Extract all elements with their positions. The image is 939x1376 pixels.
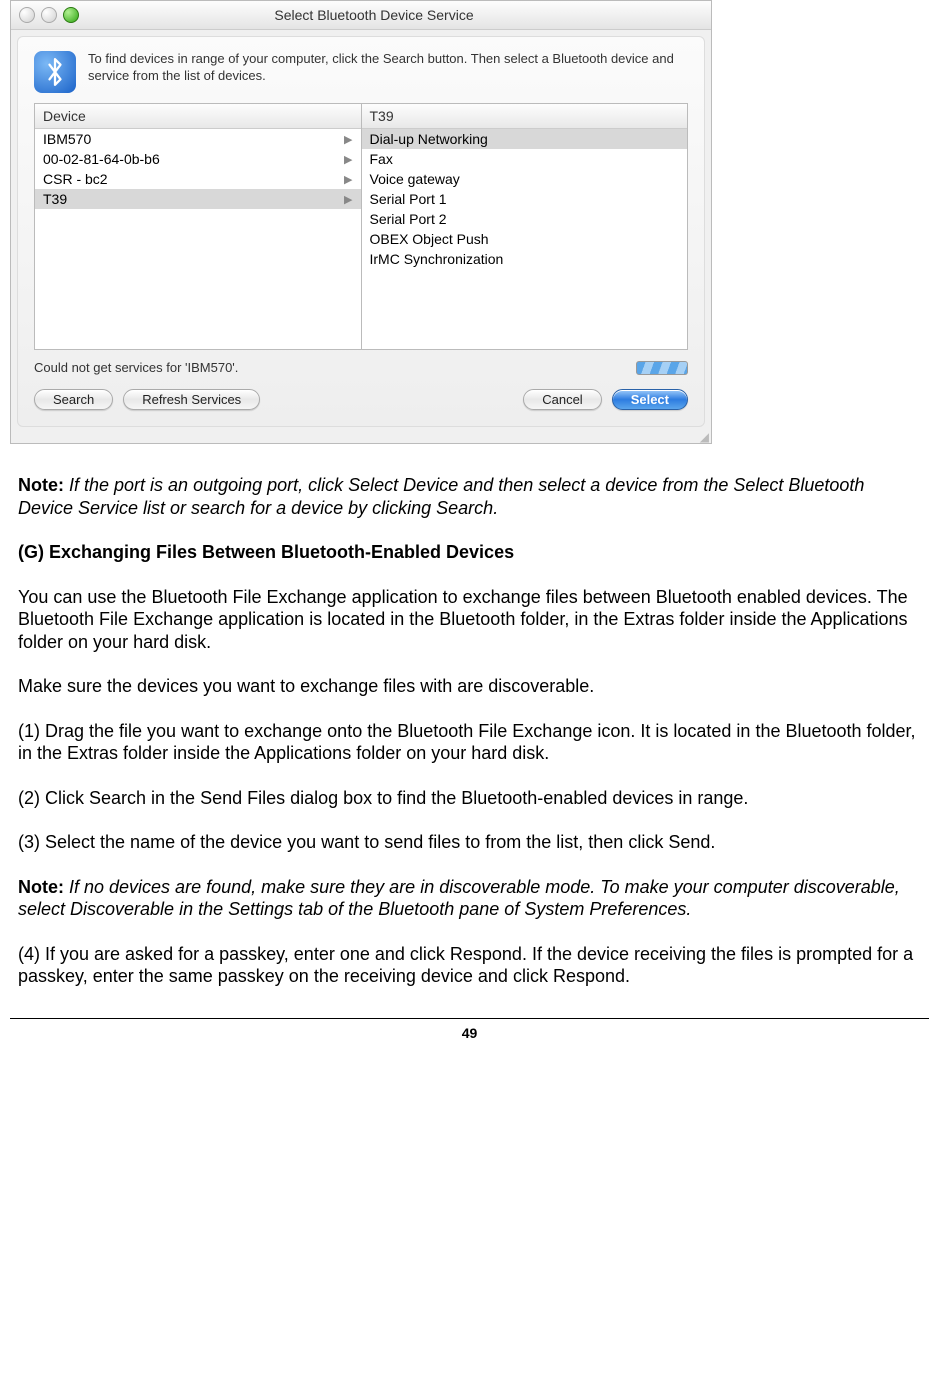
device-name: T39 — [43, 191, 67, 207]
zoom-window-icon[interactable] — [63, 7, 79, 23]
service-list-item[interactable]: Voice gateway — [362, 169, 688, 189]
window-title: Select Bluetooth Device Service — [87, 7, 711, 23]
service-name: Fax — [370, 151, 393, 167]
dialog-instruction: To find devices in range of your compute… — [88, 51, 688, 85]
dialog-body: To find devices in range of your compute… — [17, 36, 705, 427]
bluetooth-icon — [34, 51, 76, 93]
device-name: IBM570 — [43, 131, 91, 147]
close-window-icon[interactable] — [19, 7, 35, 23]
service-name: Serial Port 2 — [370, 211, 447, 227]
status-text: Could not get services for 'IBM570'. — [34, 360, 238, 375]
service-column-header: T39 — [362, 104, 688, 129]
chevron-right-icon: ▶ — [344, 173, 352, 186]
note-text: If no devices are found, make sure they … — [18, 877, 900, 920]
service-list: T39 Dial-up Networking Fax Voice gateway Se… — [362, 103, 689, 350]
device-list-item[interactable]: CSR - bc2 ▶ — [35, 169, 361, 189]
note-label: Note: — [18, 475, 64, 495]
service-list-item[interactable]: Serial Port 1 — [362, 189, 688, 209]
search-button[interactable]: Search — [34, 389, 113, 410]
refresh-services-button[interactable]: Refresh Services — [123, 389, 260, 410]
service-list-item[interactable]: IrMC Synchronization — [362, 249, 688, 269]
note-label: Note: — [18, 877, 64, 897]
device-column-header: Device — [35, 104, 361, 129]
note-paragraph: Note: If no devices are found, make sure… — [18, 876, 921, 921]
service-list-item[interactable]: Dial-up Networking — [362, 129, 688, 149]
step-paragraph: (4) If you are asked for a passkey, ente… — [18, 943, 921, 988]
device-list-item[interactable]: IBM570 ▶ — [35, 129, 361, 149]
progress-indicator — [636, 361, 688, 375]
paragraph: You can use the Bluetooth File Exchange … — [18, 586, 921, 654]
select-button[interactable]: Select — [612, 389, 688, 410]
note-text: If the port is an outgoing port, click S… — [18, 475, 864, 518]
step-paragraph: (1) Drag the file you want to exchange o… — [18, 720, 921, 765]
minimize-window-icon[interactable] — [41, 7, 57, 23]
service-name: IrMC Synchronization — [370, 251, 504, 267]
paragraph: Make sure the devices you want to exchan… — [18, 675, 921, 698]
service-name: Dial-up Networking — [370, 131, 488, 147]
section-heading: (G) Exchanging Files Between Bluetooth-E… — [18, 541, 921, 564]
step-paragraph: (3) Select the name of the device you wa… — [18, 831, 921, 854]
chevron-right-icon: ▶ — [344, 193, 352, 206]
bluetooth-dialog-screenshot: Select Bluetooth Device Service To find … — [10, 0, 712, 444]
window-titlebar: Select Bluetooth Device Service — [11, 1, 711, 30]
device-list-item[interactable]: T39 ▶ — [35, 189, 361, 209]
device-list: Device IBM570▶00-02-81-64-0b-b6▶CSR - bc… — [34, 103, 362, 350]
service-name: Voice gateway — [370, 171, 460, 187]
service-list-item[interactable]: Serial Port 2 — [362, 209, 688, 229]
cancel-button[interactable]: Cancel — [523, 389, 601, 410]
service-list-item[interactable]: OBEX Object Push — [362, 229, 688, 249]
service-list-item[interactable]: Fax — [362, 149, 688, 169]
chevron-right-icon: ▶ — [344, 133, 352, 146]
step-paragraph: (2) Click Search in the Send Files dialo… — [18, 787, 921, 810]
page-number: 49 — [10, 1018, 929, 1061]
service-name: Serial Port 1 — [370, 191, 447, 207]
note-paragraph: Note: If the port is an outgoing port, c… — [18, 474, 921, 519]
document-body: Note: If the port is an outgoing port, c… — [10, 474, 929, 988]
device-name: 00-02-81-64-0b-b6 — [43, 151, 160, 167]
chevron-right-icon: ▶ — [344, 153, 352, 166]
device-list-item[interactable]: 00-02-81-64-0b-b6 ▶ — [35, 149, 361, 169]
window-controls — [11, 7, 87, 23]
device-name: CSR - bc2 — [43, 171, 108, 187]
resize-grip-icon[interactable]: ◢ — [11, 433, 711, 443]
service-name: OBEX Object Push — [370, 231, 489, 247]
